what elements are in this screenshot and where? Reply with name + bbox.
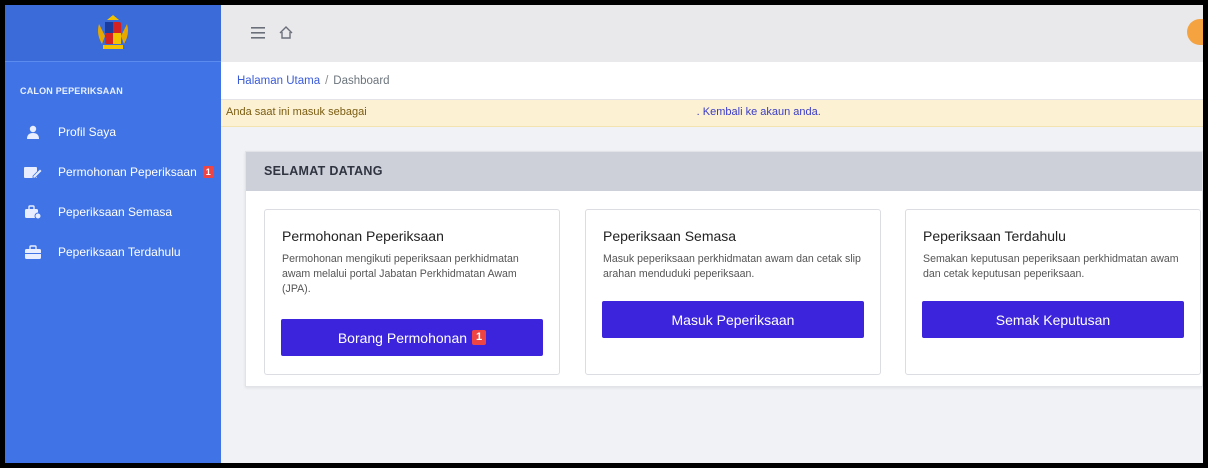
- masuk-peperiksaan-button[interactable]: Masuk Peperiksaan: [602, 301, 864, 338]
- welcome-card-title: SELAMAT DATANG: [246, 152, 1202, 191]
- sidebar-item-permohonan-peperiksaan[interactable]: Permohonan Peperiksaan 1: [5, 152, 221, 192]
- topbar: [221, 5, 1203, 62]
- card-description: Semakan keputusan peperiksaan perkhidmat…: [923, 253, 1179, 280]
- coat-of-arms-logo: [98, 15, 128, 49]
- sidebar-item-label: Peperiksaan Semasa: [58, 205, 173, 219]
- home-icon[interactable]: [279, 24, 293, 44]
- user-icon: [24, 125, 42, 139]
- sidebar: CALON PEPERIKSAAN Profil Saya Permohonan…: [5, 5, 221, 463]
- impersonation-alert: Anda saat ini masuk sebagai . Kembali ke …: [221, 100, 1203, 127]
- app-frame: CALON PEPERIKSAAN Profil Saya Permohonan…: [5, 5, 1203, 463]
- button-label: Semak Keputusan: [995, 311, 1111, 328]
- breadcrumb-current: Dashboard: [333, 75, 390, 87]
- sidebar-item-peperiksaan-terdahulu[interactable]: Peperiksaan Terdahulu: [5, 232, 221, 272]
- borang-permohonan-button[interactable]: Borang Permohonan 1: [281, 319, 543, 356]
- notification-badge: 1: [472, 330, 487, 345]
- sidebar-item-profil-saya[interactable]: Profil Saya: [5, 112, 221, 152]
- sidebar-item-peperiksaan-semasa[interactable]: Peperiksaan Semasa: [5, 192, 221, 232]
- user-avatar[interactable]: [1187, 19, 1203, 45]
- card-description: Masuk peperiksaan perkhidmatan awam dan …: [603, 253, 861, 280]
- button-label: Borang Permohonan: [337, 329, 468, 346]
- breadcrumb: Halaman Utama / Dashboard: [221, 62, 1203, 100]
- hamburger-menu-icon[interactable]: [251, 24, 265, 44]
- breadcrumb-home-link[interactable]: Halaman Utama: [237, 75, 320, 87]
- sidebar-logo[interactable]: [5, 5, 221, 62]
- impersonation-text: Anda saat ini masuk sebagai: [226, 106, 367, 118]
- welcome-card: SELAMAT DATANG Permohonan Peperiksaan Pe…: [245, 151, 1203, 387]
- sidebar-item-label: Permohonan Peperiksaan: [58, 165, 197, 179]
- sidebar-section-title: CALON PEPERIKSAAN: [20, 86, 123, 96]
- card-description: Permohonan mengikuti peperiksaan perkhid…: [282, 253, 519, 295]
- exam-current-icon: [24, 205, 42, 219]
- card-peperiksaan-semasa: Peperiksaan Semasa Masuk peperiksaan per…: [585, 209, 881, 375]
- return-to-account-link[interactable]: . Kembali ke akaun anda.: [697, 106, 821, 118]
- card-title: Peperiksaan Terdahulu: [923, 228, 1066, 244]
- card-permohonan-peperiksaan: Permohonan Peperiksaan Permohonan mengik…: [264, 209, 560, 375]
- button-label: Masuk Peperiksaan: [671, 311, 795, 328]
- card-peperiksaan-terdahulu: Peperiksaan Terdahulu Semakan keputusan …: [905, 209, 1201, 375]
- notification-badge: 1: [202, 166, 214, 178]
- briefcase-icon: [24, 245, 42, 259]
- breadcrumb-separator: /: [325, 75, 329, 87]
- card-title: Peperiksaan Semasa: [603, 228, 737, 244]
- sidebar-item-label: Peperiksaan Terdahulu: [58, 245, 181, 259]
- edit-form-icon: [24, 165, 42, 179]
- semak-keputusan-button[interactable]: Semak Keputusan: [922, 301, 1184, 338]
- sidebar-item-label: Profil Saya: [58, 125, 117, 139]
- card-title: Permohonan Peperiksaan: [282, 228, 444, 244]
